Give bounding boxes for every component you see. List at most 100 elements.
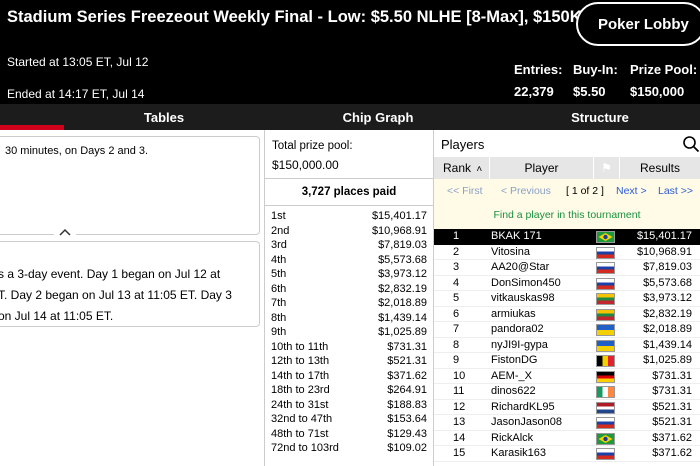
- player-rank: 4: [453, 276, 460, 289]
- prize-row: 1st $15,401.17: [265, 209, 433, 224]
- player-row[interactable]: 1 BKAK 171 $15,401.17: [434, 229, 700, 245]
- player-result: $3,973.12: [643, 292, 692, 304]
- player-rank: 14: [453, 431, 466, 444]
- prize-pool-label: Prize Pool:: [630, 62, 698, 77]
- prize-amount: $264.91: [387, 384, 427, 396]
- entries-value: 22,379: [514, 84, 554, 99]
- player-row[interactable]: 5 vitkauskas98 $3,973.12: [434, 291, 700, 307]
- player-column-header[interactable]: Player: [490, 157, 594, 179]
- prize-row: 18th to 23rd $264.91: [265, 383, 433, 398]
- flag-column-header[interactable]: ⚑: [594, 157, 620, 179]
- find-player-link[interactable]: Find a player in this tournament: [434, 209, 700, 221]
- player-row[interactable]: 12 RichardKL95 $521.31: [434, 400, 700, 415]
- chevron-up-icon[interactable]: [54, 227, 76, 241]
- player-rows: 1 BKAK 171 $15,401.17 2 Vitosina $10,968.91 3 A…: [434, 229, 700, 462]
- player-rank: 5: [453, 292, 460, 304]
- places-paid: 3,727 places paid: [265, 178, 433, 206]
- prize-amount: $2,018.89: [378, 297, 427, 309]
- player-rank: 2: [453, 245, 460, 258]
- results-column-header[interactable]: Results: [620, 157, 700, 179]
- next-page-link[interactable]: Next >: [616, 185, 647, 197]
- prize-row: 9th $1,025.89: [265, 325, 433, 340]
- prize-place: 5th: [271, 268, 287, 280]
- player-row[interactable]: 9 FistonDG $1,025.89: [434, 353, 700, 369]
- prize-place: 1st: [271, 210, 286, 222]
- player-name: Karasik163: [491, 447, 547, 459]
- total-prize-pool-label: Total prize pool:: [272, 140, 353, 152]
- prize-amount: $731.31: [387, 340, 427, 353]
- prize-amount: $371.62: [387, 369, 427, 382]
- player-result: $7,819.03: [643, 261, 692, 273]
- players-panel: Players Rank ˄ Player ⚑ Results << First…: [434, 130, 700, 466]
- player-row[interactable]: 8 nyJI9I-gypa $1,439.14: [434, 338, 700, 353]
- total-prize-pool-value: $150,000.00: [272, 158, 339, 172]
- ended-time: Ended at 14:17 ET, Jul 14: [7, 87, 145, 101]
- player-row[interactable]: 14 RickAlck $371.62: [434, 431, 700, 446]
- prize-amount: $15,401.17: [371, 210, 427, 222]
- prize-pool-value: $150,000: [630, 84, 685, 99]
- player-row[interactable]: 4 DonSimon450 $5,573.68: [434, 276, 700, 291]
- player-result: $371.62: [652, 447, 692, 459]
- prize-place: 12th to 13th: [271, 355, 330, 367]
- tournament-title: Stadium Series Freezeout Weekly Final - …: [7, 8, 615, 26]
- player-row[interactable]: 13 JasonJason08 $521.31: [434, 415, 700, 431]
- prize-amount: $7,819.03: [378, 239, 427, 251]
- rank-column-header[interactable]: Rank ˄: [434, 157, 490, 179]
- player-name: RichardKL95: [491, 400, 555, 413]
- player-row[interactable]: 3 AA20@Star $7,819.03: [434, 260, 700, 276]
- player-result: $15,401.17: [636, 230, 692, 242]
- previous-page-link[interactable]: < Previous: [501, 185, 551, 197]
- search-icon[interactable]: [682, 135, 700, 153]
- rank-header-label: Rank: [443, 161, 472, 175]
- tab-tables[interactable]: Tables: [114, 104, 214, 130]
- player-row[interactable]: 6 armiukas $2,832.19: [434, 307, 700, 322]
- chevron-up-icon: ˄: [476, 164, 483, 175]
- germany-flag-icon: [596, 370, 615, 383]
- prize-row: 14th to 17th $371.62: [265, 369, 433, 384]
- prize-row: 24th to 31st $188.83: [265, 398, 433, 413]
- prize-row: 4th $5,573.68: [265, 253, 433, 268]
- prize-place: 6th: [271, 282, 287, 295]
- prize-place: 72nd to 103rd: [271, 442, 339, 454]
- prize-amount: $10,968.91: [371, 224, 427, 237]
- player-name: DonSimon450: [491, 276, 561, 289]
- player-result: $521.31: [652, 400, 692, 413]
- prize-row: 2nd $10,968.91: [265, 224, 433, 239]
- players-title: Players: [441, 137, 485, 152]
- player-rank: 15: [453, 447, 466, 459]
- player-row[interactable]: 2 Vitosina $10,968.91: [434, 245, 700, 260]
- player-row[interactable]: 15 Karasik163 $371.62: [434, 446, 700, 462]
- page-info: [ 1 of 2 ]: [566, 185, 604, 197]
- player-row[interactable]: 7 pandora02 $2,018.89: [434, 322, 700, 338]
- russia-flag-icon: [596, 448, 615, 460]
- first-page-link[interactable]: << First: [447, 185, 483, 197]
- russia-flag-icon: [596, 277, 615, 290]
- player-result: $371.62: [652, 431, 692, 444]
- player-row[interactable]: 11 dinos622 $731.31: [434, 384, 700, 400]
- prize-amount: $2,832.19: [378, 282, 427, 295]
- prize-row: 5th $3,973.12: [265, 267, 433, 282]
- last-page-link[interactable]: Last >>: [658, 185, 693, 197]
- prize-place: 18th to 23rd: [271, 384, 330, 396]
- lithuania-flag-icon: [596, 293, 615, 305]
- prize-place: 8th: [271, 311, 287, 324]
- info-text-top: 30 minutes, on Days 2 and 3.: [5, 145, 149, 157]
- player-rank: 3: [453, 261, 460, 273]
- ukraine-flag-icon: [596, 324, 615, 336]
- prize-place: 2nd: [271, 224, 290, 237]
- pagination: << First < Previous [ 1 of 2 ] Next > La…: [434, 179, 700, 231]
- player-rank: 11: [453, 385, 465, 397]
- netherlands-flag-icon: [596, 401, 615, 414]
- prize-row: 8th $1,439.14: [265, 311, 433, 326]
- tab-chip-graph[interactable]: Chip Graph: [328, 104, 428, 130]
- description-line: T. Day 2 began on Jul 13 at 11:05 ET. Da…: [0, 288, 232, 302]
- prize-amount: $1,025.89: [378, 326, 427, 338]
- prize-amount: $3,973.12: [378, 268, 427, 280]
- player-rank: 9: [453, 354, 460, 366]
- tab-structure[interactable]: Structure: [550, 104, 650, 130]
- player-name: RickAlck: [491, 431, 534, 444]
- prize-amount: $129.43: [387, 427, 427, 440]
- player-row[interactable]: 10 AEM-_X $731.31: [434, 369, 700, 384]
- poker-lobby-button[interactable]: Poker Lobby: [576, 2, 700, 46]
- description-line: s a 3-day event. Day 1 began on Jul 12 a…: [0, 267, 221, 281]
